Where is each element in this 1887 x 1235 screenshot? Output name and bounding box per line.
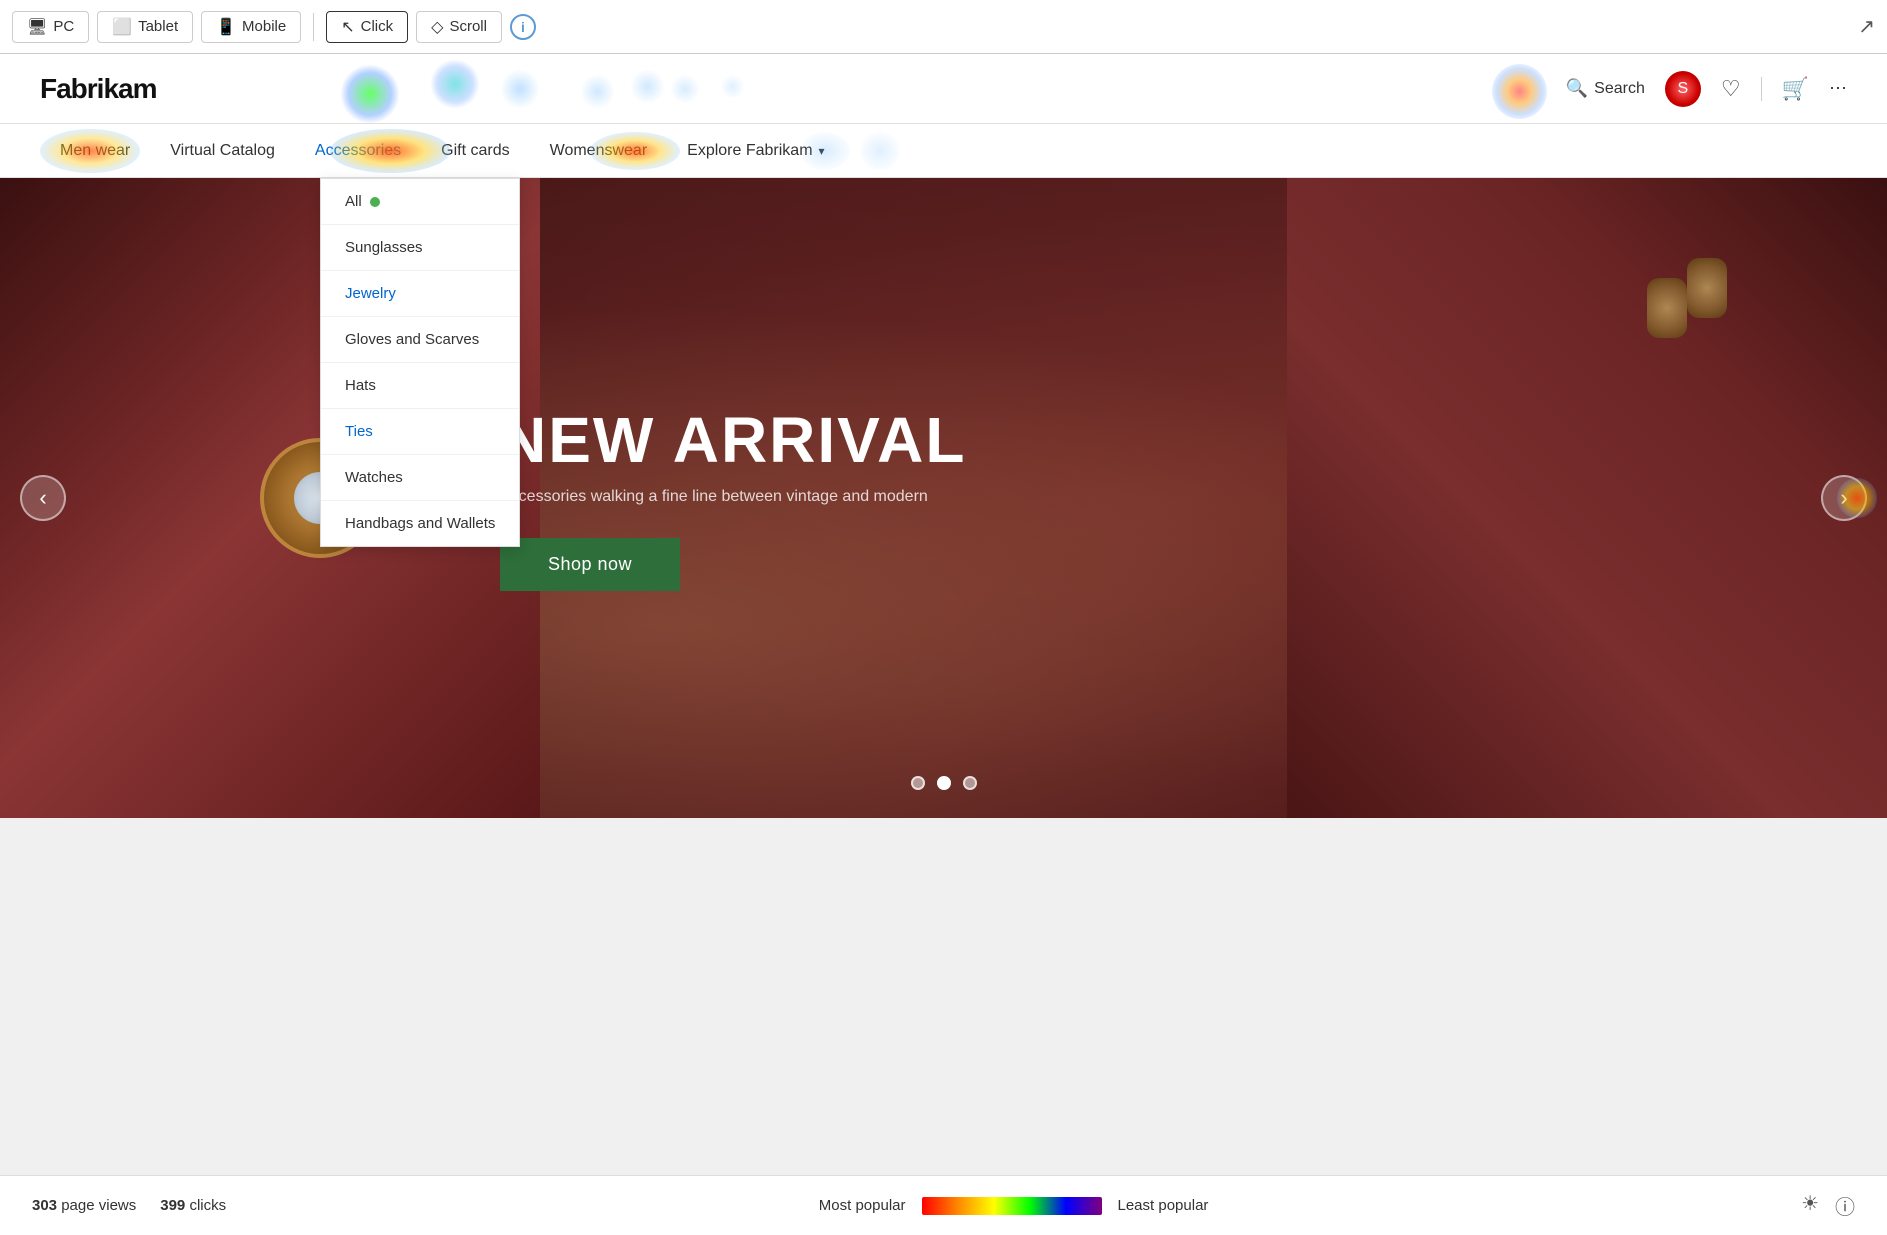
tablet-button[interactable]: ⬜ Tablet xyxy=(97,11,193,43)
click-button[interactable]: ↖ Click xyxy=(326,11,408,43)
most-popular-label: Most popular xyxy=(819,1197,906,1214)
footer-actions: ☀ ⓘ xyxy=(1801,1191,1855,1220)
dropdown-watches[interactable]: Watches xyxy=(321,455,519,501)
dropdown-sunglasses[interactable]: Sunglasses xyxy=(321,225,519,271)
toolbar-divider xyxy=(313,13,314,41)
dropdown-all[interactable]: All xyxy=(321,179,519,225)
cart-button[interactable]: 🛒 xyxy=(1782,76,1809,102)
nav-womenswear[interactable]: Womenswear xyxy=(530,124,668,178)
footer-stats: 303 page views 399 clicks xyxy=(32,1197,226,1214)
hero-section: NEW ARRIVAL Accessories walking a fine l… xyxy=(0,178,1887,818)
nav-explore[interactable]: Explore Fabrikam ▾ xyxy=(667,124,844,178)
carousel-dot-1[interactable] xyxy=(911,776,925,790)
more-button[interactable]: ⋯ xyxy=(1829,78,1847,99)
hero-content: NEW ARRIVAL Accessories walking a fine l… xyxy=(500,405,966,590)
carousel-dots xyxy=(911,776,977,790)
tablet-label: Tablet xyxy=(138,18,178,35)
heatmap-gradient xyxy=(922,1197,1102,1215)
pc-button[interactable]: 🖥 PC xyxy=(12,11,89,43)
footer-bar: 303 page views 399 clicks Most popular L… xyxy=(0,1175,1887,1235)
explore-dropdown-arrow: ▾ xyxy=(819,144,825,158)
dropdown-jewelry[interactable]: Jewelry xyxy=(321,271,519,317)
brightness-icon[interactable]: ☀ xyxy=(1801,1191,1819,1220)
tablet-icon: ⬜ xyxy=(112,17,132,37)
dropdown-handbags[interactable]: Handbags and Wallets xyxy=(321,501,519,546)
nav-virtual-catalog[interactable]: Virtual Catalog xyxy=(150,124,295,178)
pc-label: PC xyxy=(53,18,74,35)
nav-gift-cards[interactable]: Gift cards xyxy=(421,124,529,178)
page-views: 303 page views xyxy=(32,1197,136,1214)
carousel-prev-button[interactable]: ‹ xyxy=(20,475,66,521)
info-icon[interactable]: ⓘ xyxy=(1835,1191,1855,1220)
shop-now-button[interactable]: Shop now xyxy=(500,538,680,591)
toolbar: 🖥 PC ⬜ Tablet 📱 Mobile ↖ Click ◇ Scroll … xyxy=(0,0,1887,54)
hero-title: NEW ARRIVAL xyxy=(500,405,966,475)
clicks-count: 399 clicks xyxy=(160,1197,226,1214)
cursor-icon: ↖ xyxy=(341,17,354,37)
search-icon: 🔍 xyxy=(1566,78,1588,99)
carousel-next-button[interactable]: › xyxy=(1821,475,1867,521)
scroll-label: Scroll xyxy=(449,18,487,35)
search-button[interactable]: 🔍 Search xyxy=(1566,78,1645,99)
pc-icon: 🖥 xyxy=(27,17,47,37)
dropdown-gloves-scarves[interactable]: Gloves and Scarves xyxy=(321,317,519,363)
search-label: Search xyxy=(1594,80,1645,98)
site-logo[interactable]: Fabrikam xyxy=(40,73,157,105)
header-actions: 🔍 Search S ♡ 🛒 ⋯ xyxy=(1566,71,1847,107)
mobile-button[interactable]: 📱 Mobile xyxy=(201,11,301,43)
icon-separator xyxy=(1761,77,1762,101)
info-button[interactable]: i xyxy=(510,14,536,40)
least-popular-label: Least popular xyxy=(1118,1197,1209,1214)
hero-description: Accessories walking a fine line between … xyxy=(500,488,966,506)
click-label: Click xyxy=(361,18,394,35)
mobile-icon: 📱 xyxy=(216,17,236,37)
dropdown-ties[interactable]: Ties xyxy=(321,409,519,455)
dropdown-hats[interactable]: Hats xyxy=(321,363,519,409)
nav-accessories[interactable]: Accessories xyxy=(295,124,421,178)
nav-menswear[interactable]: Men wear xyxy=(40,124,150,178)
carousel-dot-3[interactable] xyxy=(963,776,977,790)
share-button[interactable]: ↗ xyxy=(1858,14,1875,39)
carousel-dot-2[interactable] xyxy=(937,776,951,790)
site-header: Fabrikam 🔍 Search S ♡ 🛒 ⋯ xyxy=(0,54,1887,124)
footer-legend: Most popular Least popular xyxy=(819,1197,1209,1215)
mobile-label: Mobile xyxy=(242,18,286,35)
accessories-dropdown: All Sunglasses Jewelry Gloves and Scarve… xyxy=(320,178,520,547)
scroll-icon: ◇ xyxy=(431,17,443,37)
wishlist-button[interactable]: ♡ xyxy=(1721,76,1741,102)
main-nav: Men wear Virtual Catalog Accessories Gif… xyxy=(0,124,1887,178)
user-button[interactable]: S xyxy=(1665,71,1701,107)
scroll-button[interactable]: ◇ Scroll xyxy=(416,11,502,43)
